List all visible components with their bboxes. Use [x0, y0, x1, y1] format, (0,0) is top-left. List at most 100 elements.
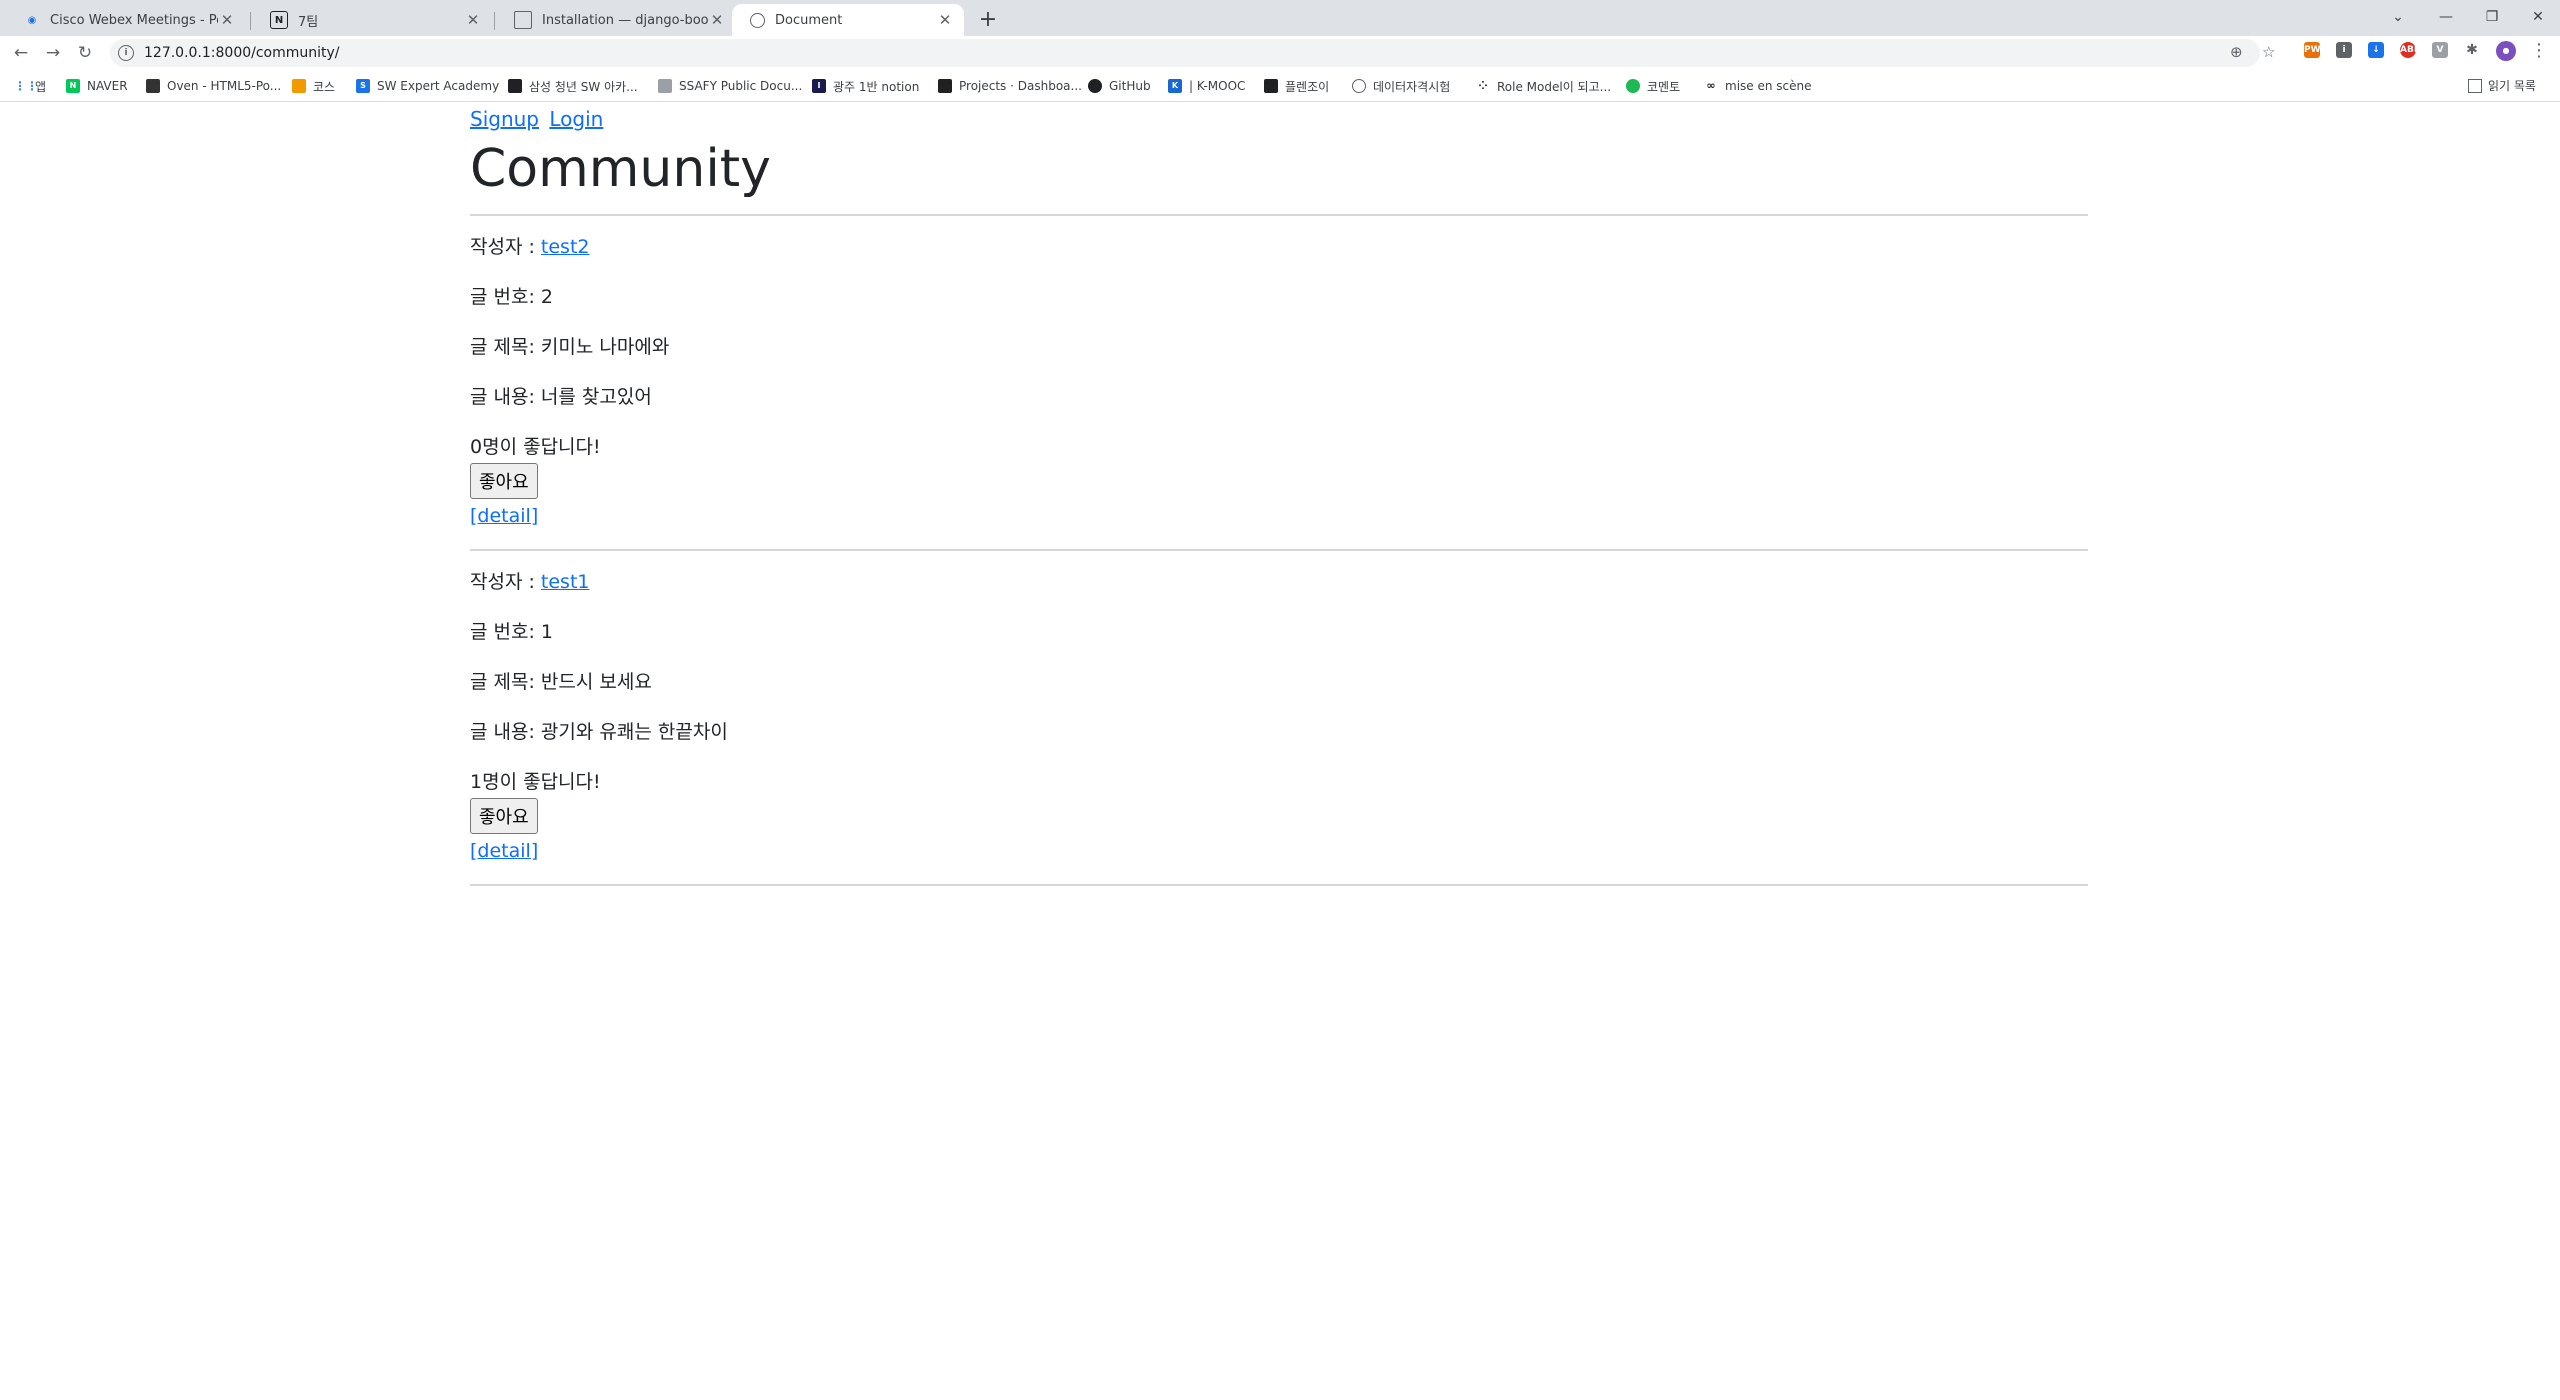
bookmark-label: NAVER	[87, 79, 128, 93]
restore-button[interactable]: ❐	[2472, 2, 2512, 32]
reading-list[interactable]: 읽기 목록	[2468, 77, 2536, 94]
page-content: Signup Login Community 작성자 : test2 글 번호:…	[470, 104, 2088, 887]
title-value: 반드시 보세요	[540, 671, 652, 694]
detail-link[interactable]: [detail]	[470, 838, 2088, 864]
bookmark-label: 코스	[313, 79, 336, 94]
bookmark-github[interactable]: GitHub	[1088, 77, 1151, 95]
detail-link[interactable]: [detail]	[470, 503, 2088, 529]
dots-icon: ⁘	[1478, 79, 1488, 92]
tab-title: Cisco Webex Meetings - Person	[50, 12, 218, 28]
bookmark-mise-en-scene[interactable]: ∞ mise en scène	[1704, 77, 1811, 95]
doc-icon	[658, 79, 672, 93]
like-count-value: 1	[470, 771, 483, 794]
bookmark-label: 삼성 청년 SW 아카...	[529, 79, 638, 94]
login-link[interactable]: Login	[549, 107, 603, 131]
bookmark-label: Role Model이 되고...	[1497, 79, 1612, 94]
number-value: 2	[540, 286, 554, 309]
bookmark-label: Projects · Dashboa...	[959, 79, 1082, 93]
post-title: 글 제목: 반드시 보세요	[470, 669, 2088, 696]
bookmark-comento[interactable]: 코멘토	[1626, 77, 1680, 95]
post-author: 작성자 : test1	[470, 569, 2088, 596]
content-value: 광기와 유쾌는 한끝차이	[540, 721, 728, 744]
tab-divider	[494, 12, 495, 30]
course-icon	[292, 79, 306, 93]
like-button[interactable]: 좋아요	[470, 463, 538, 500]
forward-button[interactable]: →	[40, 40, 66, 66]
tab-webex[interactable]: ◉ Cisco Webex Meetings - Person ✕	[6, 4, 246, 36]
notion-icon: I	[812, 79, 826, 93]
tab-notion[interactable]: N 7팀 ✕	[252, 4, 492, 36]
new-tab-button[interactable]: +	[974, 6, 1002, 34]
bookmark-label: Oven - HTML5-Po...	[167, 79, 282, 93]
close-icon[interactable]: ✕	[218, 11, 236, 29]
tab-strip: ◉ Cisco Webex Meetings - Person ✕ N 7팀 ✕…	[0, 0, 2560, 36]
close-window-button[interactable]: ✕	[2518, 2, 2558, 32]
number-label: 글 번호:	[470, 621, 541, 644]
post-item: 작성자 : test2 글 번호: 2 글 제목: 키미노 나마에와 글 내용:…	[470, 216, 2088, 552]
divider	[470, 884, 2088, 887]
close-icon[interactable]: ✕	[464, 11, 482, 29]
bookmark-gitlab[interactable]: Projects · Dashboa...	[938, 77, 1082, 95]
extension-icon[interactable]: PW	[2304, 42, 2321, 58]
vue-devtools-icon[interactable]: V	[2432, 42, 2448, 58]
bookmark-ssafy[interactable]: 삼성 청년 SW 아카...	[508, 77, 638, 95]
author-link[interactable]: test1	[541, 571, 590, 593]
bookmark-label: SW Expert Academy	[377, 79, 500, 93]
bookmark-planjoy[interactable]: 플렌조이	[1264, 77, 1329, 95]
close-icon[interactable]: ✕	[936, 11, 954, 29]
avatar[interactable]: ●	[2496, 41, 2516, 61]
bookmark-course[interactable]: 코스	[292, 77, 335, 95]
zoom-icon[interactable]: ⊕	[2230, 40, 2243, 64]
bookmark-kmooc[interactable]: K | K-MOOC	[1168, 77, 1245, 95]
bookmark-swea[interactable]: S SW Expert Academy	[356, 77, 499, 95]
bookmark-role-model[interactable]: ⁘ Role Model이 되고...	[1476, 77, 1611, 95]
bookmark-apps[interactable]: ⋮⋮ 앱	[14, 77, 46, 95]
adblock-icon[interactable]: ABP	[2400, 42, 2420, 58]
bookmark-data-exam[interactable]: 데이터자격시험	[1352, 77, 1450, 95]
ssafy-icon	[508, 79, 522, 93]
menu-icon[interactable]: ⋮	[2530, 40, 2548, 61]
tab-document[interactable]: Document ✕	[732, 4, 964, 36]
extension-icon[interactable]: i	[2336, 42, 2352, 58]
reload-button[interactable]: ↻	[72, 40, 98, 66]
tab-installation[interactable]: Installation — django-bootstrap ✕	[496, 4, 736, 36]
tab-search-icon[interactable]: ⌄	[2378, 2, 2418, 32]
like-button[interactable]: 좋아요	[470, 798, 538, 835]
tab-title: 7팀	[298, 14, 319, 30]
post-author: 작성자 : test2	[470, 234, 2088, 261]
title-value: 키미노 나마에와	[540, 336, 670, 359]
bookmark-naver[interactable]: N NAVER	[66, 77, 128, 95]
github-icon	[1088, 79, 1102, 93]
top-nav: Signup Login	[470, 104, 2088, 134]
content-label: 글 내용:	[470, 721, 541, 744]
title-label: 글 제목:	[470, 671, 541, 694]
author-label: 작성자 :	[470, 236, 541, 259]
like-count-suffix: 명이 좋답니다!	[482, 771, 601, 794]
author-link[interactable]: test2	[541, 236, 590, 258]
close-icon[interactable]: ✕	[708, 11, 726, 29]
bookmark-label: 플렌조이	[1285, 79, 1330, 94]
title-label: 글 제목:	[470, 336, 541, 359]
bookmark-star-icon[interactable]: ☆	[2262, 40, 2275, 64]
apps-icon: ⋮⋮	[14, 79, 38, 93]
bookmarks-bar: ⋮⋮ 앱 N NAVER Oven - HTML5-Po... 코스 S SW …	[0, 70, 2560, 102]
kmooc-icon: K	[1168, 79, 1182, 93]
bookmark-ssafy-docs[interactable]: SSAFY Public Docu...	[658, 77, 802, 95]
signup-link[interactable]: Signup	[470, 107, 539, 131]
reading-list-icon	[2468, 78, 2482, 93]
bookmark-oven[interactable]: Oven - HTML5-Po...	[146, 77, 281, 95]
author-label: 작성자 :	[470, 571, 541, 594]
tab-divider	[250, 12, 251, 30]
puzzle-icon[interactable]: ✱	[2464, 42, 2480, 58]
post-number: 글 번호: 1	[470, 619, 2088, 646]
address-bar[interactable]: i 127.0.0.1:8000/community/	[110, 39, 2260, 67]
document-icon	[514, 11, 532, 29]
number-value: 1	[540, 621, 554, 644]
bookmark-notion[interactable]: I 광주 1반 notion	[812, 77, 919, 95]
webex-icon: ◉	[27, 14, 37, 26]
like-count-suffix: 명이 좋답니다!	[482, 436, 601, 459]
download-extension-icon[interactable]: ↓	[2368, 42, 2384, 58]
site-info-icon[interactable]: i	[118, 45, 134, 61]
back-button[interactable]: ←	[8, 40, 34, 66]
minimize-button[interactable]: —	[2426, 2, 2466, 32]
